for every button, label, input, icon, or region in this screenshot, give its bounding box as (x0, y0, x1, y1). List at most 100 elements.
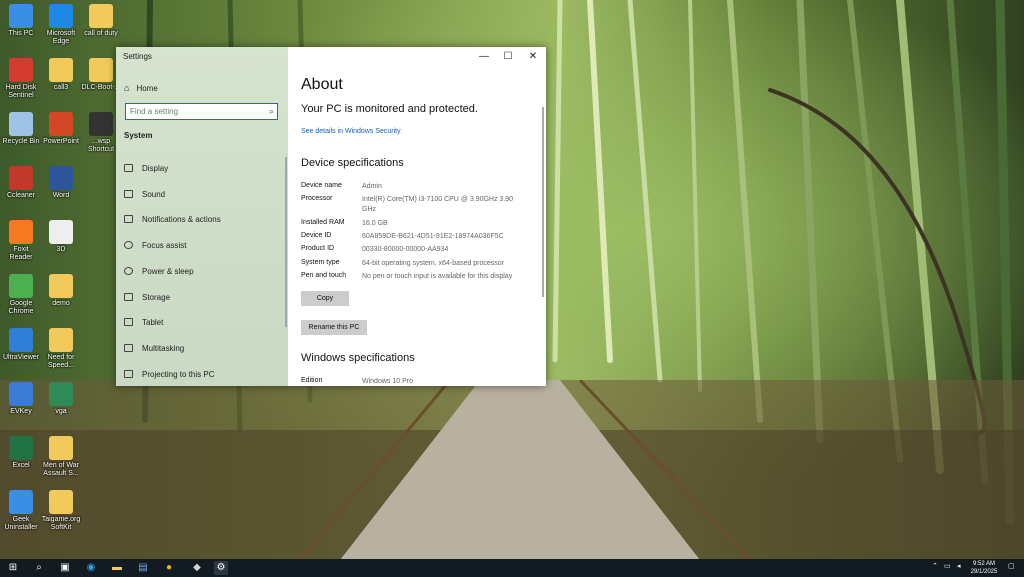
desktop-icon[interactable]: demo (41, 274, 81, 308)
home-nav-item[interactable]: ⌂ Home (124, 81, 158, 95)
notifications-icon[interactable]: ▢ (1008, 562, 1015, 570)
desktop-icon[interactable]: Taigame.org SoftKit (41, 490, 81, 532)
desktop-icon[interactable]: Ccleaner (1, 166, 41, 200)
search-box[interactable]: ⌕ (125, 103, 278, 120)
desktop-icon[interactable]: Foxit Reader (1, 220, 41, 262)
section-title: System (124, 131, 153, 140)
chrome-taskbar-icon[interactable]: ● (162, 561, 176, 575)
sidebar-item-projecting[interactable]: Projecting to this PC (124, 367, 214, 381)
sidebar-item-notifications[interactable]: Notifications & actions (124, 212, 221, 226)
search-input[interactable] (126, 106, 262, 117)
tray-chevron-icon[interactable]: ⌃ (932, 562, 938, 570)
store-icon[interactable]: ▤ (136, 561, 150, 575)
sidebar-scrollbar[interactable] (285, 157, 287, 327)
tablet-icon (124, 318, 133, 326)
sidebar-item-label: Notifications & actions (142, 214, 221, 224)
desktop-icon-label: Recycle Bin (2, 138, 40, 145)
clock-date: 29/1/2025 (970, 569, 998, 575)
settings-sidebar: Settings ⌂ Home ⌕ System Display Sound N… (116, 47, 288, 386)
desktop-icon-label: 3D (56, 246, 66, 253)
sound-icon (124, 190, 133, 198)
search-icon[interactable]: ⌕ (269, 106, 274, 117)
file-explorer-icon[interactable]: ▬ (110, 561, 124, 575)
start-button[interactable]: ⊞ (6, 561, 20, 575)
sidebar-item-multitasking[interactable]: Multitasking (124, 341, 184, 355)
desktop-icon[interactable]: Men of War Assault S... (41, 436, 81, 478)
folder-icon (49, 382, 73, 406)
about-content: About Your PC is monitored and protected… (301, 47, 546, 386)
foxit-icon (9, 220, 33, 244)
desktop-icon-label: EVKey (10, 408, 32, 415)
windows-security-link[interactable]: See details in Windows Security (301, 128, 401, 135)
protection-status: Your PC is monitored and protected. (301, 103, 478, 115)
sidebar-item-label: Sound (142, 189, 166, 199)
task-view-icon[interactable]: ▣ (58, 561, 72, 575)
settings-taskbar-icon[interactable]: ⚙ (214, 561, 228, 575)
display-icon (124, 164, 133, 172)
desktop-icon[interactable]: Hard Disk Sentinel (1, 58, 41, 100)
desktop-icon[interactable]: Need for Speed... (41, 328, 81, 370)
multitasking-icon (124, 344, 133, 352)
file-icon (49, 220, 73, 244)
desktop-icon[interactable]: vga (41, 382, 81, 416)
desktop-icon[interactable]: Google Chrome (1, 274, 41, 316)
geek-uninstaller-icon (9, 490, 33, 514)
desktop-icon[interactable]: ...wsp Shortcut (81, 112, 121, 154)
desktop-icon[interactable]: EVKey (1, 382, 41, 416)
desktop-icon-label: Hard Disk Sentinel (5, 84, 37, 99)
spec-key: Installed RAM (301, 219, 345, 226)
desktop-icon[interactable]: Geek Uninstaller (1, 490, 41, 532)
edge-taskbar-icon[interactable]: ◉ (84, 561, 98, 575)
hard-disk-icon (9, 58, 33, 82)
shortcut-icon (89, 112, 113, 136)
app-taskbar-icon[interactable]: ◆ (190, 561, 204, 575)
rename-pc-button[interactable]: Rename this PC (301, 320, 367, 335)
desktop-icon[interactable]: Word (41, 166, 81, 200)
sidebar-item-sound[interactable]: Sound (124, 187, 165, 201)
folder-icon (89, 4, 113, 28)
desktop-icon[interactable]: PowerPoint (41, 112, 81, 146)
word-icon (49, 166, 73, 190)
desktop-icon[interactable]: This PC (1, 4, 41, 38)
desktop-icon[interactable]: Microsoft Edge (41, 4, 81, 46)
desktop-icon-label: call of duty (84, 30, 118, 37)
desktop-icon[interactable]: call of duty (81, 4, 121, 38)
desktop-icon-label: ...wsp Shortcut (87, 138, 115, 153)
desktop-icon-label: Google Chrome (8, 300, 34, 315)
desktop-icon[interactable]: DLC-Boot-... (81, 58, 121, 92)
spec-value: 00330-80000-00000-AA934 (362, 246, 449, 253)
desktop-icon[interactable]: 3D (41, 220, 81, 254)
copy-button[interactable]: Copy (301, 291, 349, 306)
sidebar-item-storage[interactable]: Storage (124, 290, 170, 304)
desktop-icon-label: UltraViewer (2, 354, 40, 361)
spec-value: 64-bit operating system, x64-based proce… (362, 260, 505, 267)
notifications-icon (124, 215, 133, 223)
desktop-icon[interactable]: UltraViewer (1, 328, 41, 362)
chrome-icon (9, 274, 33, 298)
desktop-icon[interactable]: call3 (41, 58, 81, 92)
sidebar-item-label: Storage (142, 292, 171, 302)
desktop-icon-label: Geek Uninstaller (4, 516, 38, 531)
desktop-icon-label: Need for Speed... (47, 354, 75, 369)
evkey-icon (9, 382, 33, 406)
game-icon (49, 436, 73, 460)
sidebar-item-label: Power & sleep (142, 266, 194, 276)
sidebar-item-focus-assist[interactable]: Focus assist (124, 238, 186, 252)
desktop-icon-label: Taigame.org SoftKit (41, 516, 81, 531)
sidebar-item-tablet[interactable]: Tablet (124, 315, 163, 329)
desktop-icon-label: vga (55, 408, 67, 415)
search-icon[interactable]: ⌕ (32, 561, 46, 575)
system-clock[interactable]: 9:52 AM 29/1/2025 (968, 560, 1000, 576)
network-icon[interactable]: ▭ (944, 562, 951, 570)
content-scrollbar[interactable] (542, 107, 544, 297)
sidebar-item-power[interactable]: Power & sleep (124, 264, 194, 278)
spec-value: Admin (362, 183, 382, 190)
folder-icon (49, 490, 73, 514)
spec-key: Pen and touch (301, 272, 347, 279)
desktop-icon[interactable]: Excel (1, 436, 41, 470)
powerpoint-icon (49, 112, 73, 136)
volume-icon[interactable]: ◂ (957, 562, 961, 570)
desktop-icon[interactable]: Recycle Bin (1, 112, 41, 146)
clock-time: 9:52 AM (972, 561, 995, 567)
sidebar-item-display[interactable]: Display (124, 161, 168, 175)
